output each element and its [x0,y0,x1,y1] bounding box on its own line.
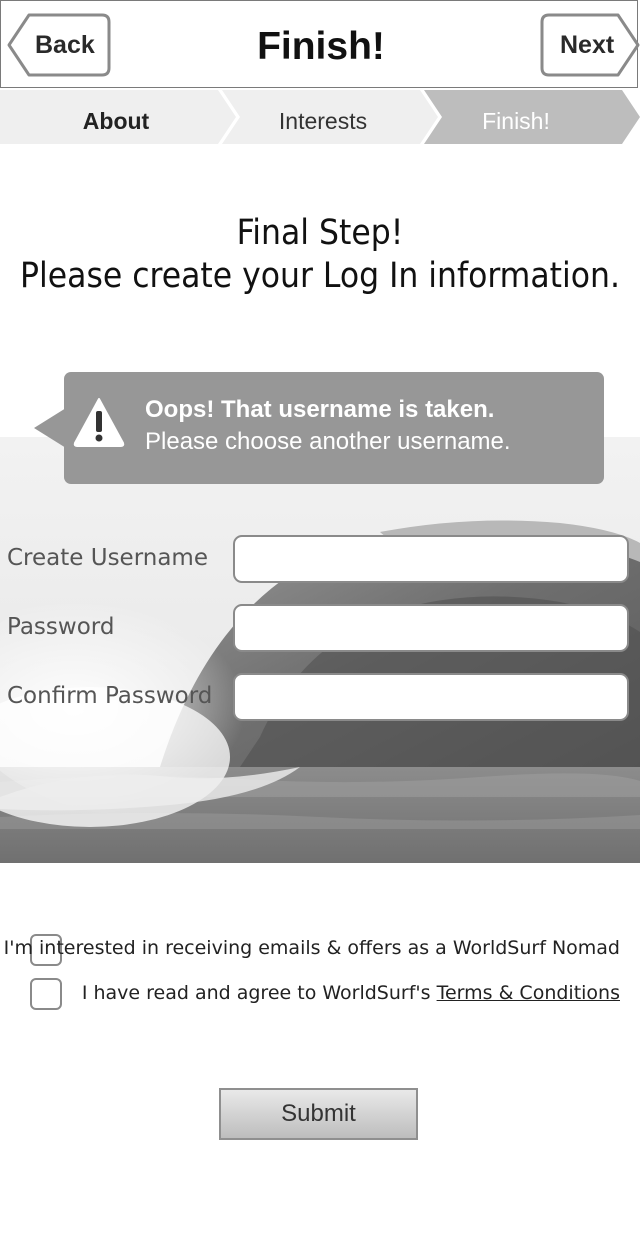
back-button[interactable]: Back [7,13,111,77]
terms-checkbox[interactable] [30,978,62,1010]
step-finish[interactable]: Finish! [418,90,614,144]
step-interests[interactable]: Interests [218,90,428,144]
username-input[interactable] [233,535,629,583]
next-button[interactable]: Next [540,13,640,77]
confirm-password-label: Confirm Password [7,683,213,709]
heading-line-2: Please create your Log In information. [20,256,620,296]
back-button-label: Back [35,31,95,59]
heading-line-1: Final Step! [236,213,404,253]
alert-pointer [34,408,66,448]
password-input[interactable] [233,604,629,652]
next-button-label: Next [560,31,615,59]
step-about[interactable]: About [0,90,232,144]
instructions-heading: Final Step! Please create your Log In in… [0,212,640,298]
username-label: Create Username [7,545,208,571]
warning-icon [73,398,125,447]
terms-checkbox-label: I have read and agree to WorldSurf's Ter… [82,982,620,1004]
password-label: Password [7,614,115,640]
terms-prefix: I have read and agree to WorldSurf's [81,982,437,1004]
step-progress: About Interests Finish! [0,90,640,144]
page-title: Finish! [257,25,385,68]
username-error-alert: Oops! That username is taken. Please cho… [34,372,604,484]
terms-conditions-link[interactable]: Terms & Conditions [437,982,620,1004]
confirm-password-input[interactable] [233,673,629,721]
alert-title: Oops! That username is taken. [145,396,495,423]
header-bar: Back Finish! Next [0,0,640,88]
emails-checkbox-label: I'm interested in receiving emails & off… [3,937,620,959]
alert-message: Please choose another username. [145,428,511,455]
submit-button[interactable]: Submit [219,1088,418,1140]
